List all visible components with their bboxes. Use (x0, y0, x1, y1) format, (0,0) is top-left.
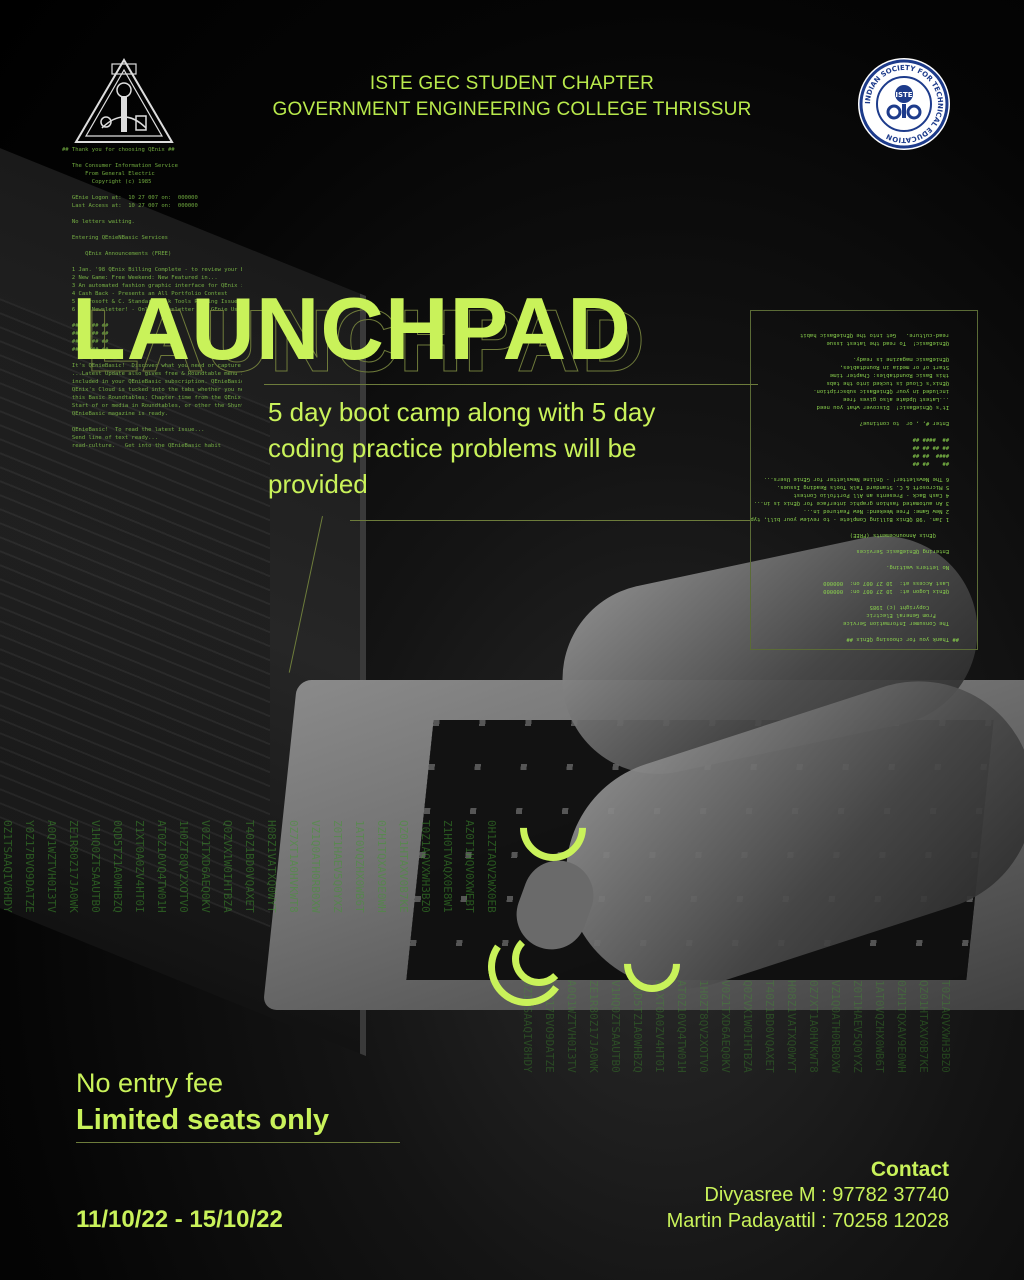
college-name: GOVERNMENT ENGINEERING COLLEGE THRISSUR (272, 99, 752, 120)
tagline-line-3: provided (268, 469, 368, 499)
key-highlight-arc (512, 932, 566, 986)
limited-seats-text: Limited seats only (76, 1104, 330, 1136)
divider-line-bottom (76, 1142, 400, 1143)
contact-person-1: Divyasree M : 97782 37740 (704, 1184, 949, 1206)
divider-line-mid (350, 520, 750, 521)
contact-person-2: Martin Padayattil : 70258 12028 (666, 1210, 949, 1232)
contact-heading: Contact (870, 1158, 949, 1181)
event-tagline: 5 day boot camp along with 5 day coding … (268, 394, 768, 502)
tagline-line-1: 5 day boot camp along with 5 day (268, 397, 656, 427)
tagline-line-2: coding practice problems will be (268, 433, 637, 463)
event-dates: 11/10/22 - 15/10/22 (76, 1206, 283, 1233)
terminal-text-right: ## Thank you for choosing QEnix ## The C… (750, 310, 978, 650)
poster: 0Z1TSAAQIV8HDY Y0Z17BVO9DATZE A0Q1WZTVH0I3… (0, 0, 1024, 1280)
entry-fee-text: No entry fee (76, 1068, 224, 1098)
event-title: LAUNCHPAD (72, 279, 632, 378)
matrix-code-right: 0Z1TSAAQIV8HDY Y0Z17BVO9DATZE A0Q1WZTVH0I3… (521, 980, 952, 1073)
chapter-name: ISTE GEC STUDENT CHAPTER (369, 73, 655, 94)
